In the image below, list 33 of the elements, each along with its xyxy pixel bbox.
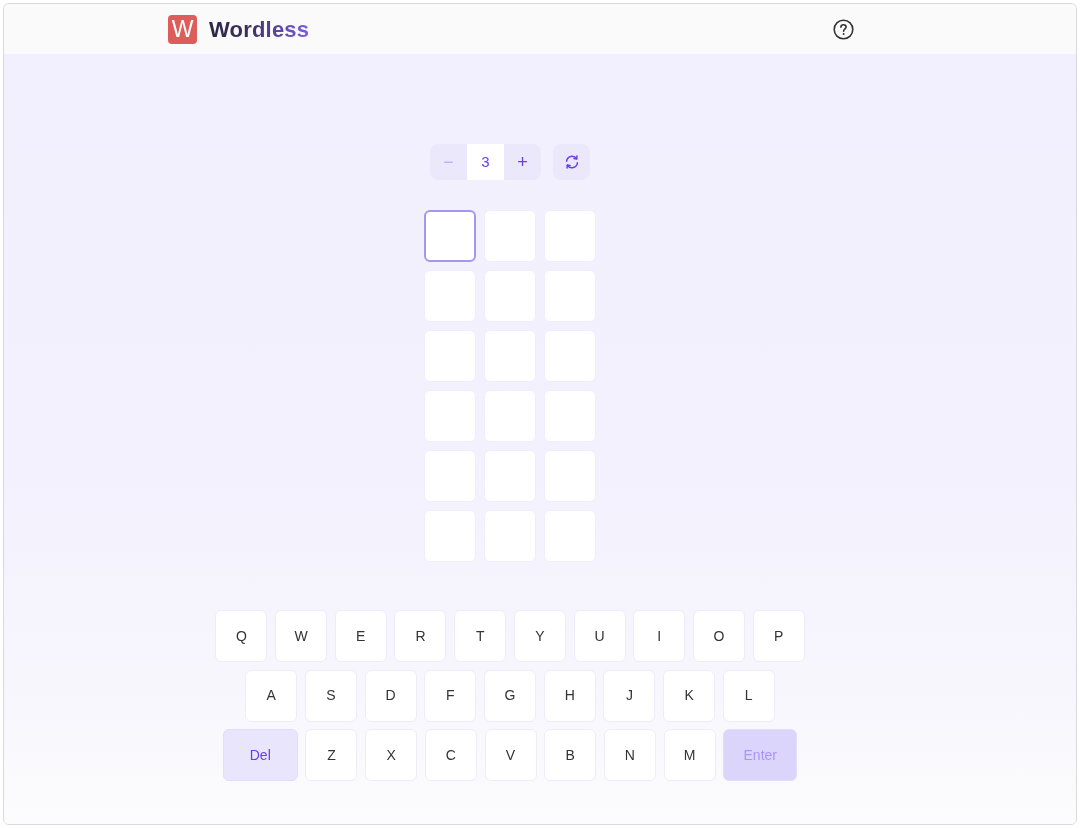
letter-key[interactable]: I [633,610,686,662]
letter-key[interactable]: E [334,610,387,662]
letter-key[interactable]: X [365,729,418,781]
refresh-icon [563,154,580,170]
count-display: 3 [467,144,504,180]
letter-key[interactable]: Q [215,610,268,662]
letter-key[interactable]: V [484,729,537,781]
letter-key[interactable]: M [663,729,716,781]
letter-key[interactable]: G [484,669,536,722]
letter-key[interactable]: H [543,669,596,722]
letter-key[interactable]: U [573,610,626,662]
plus-button[interactable]: + [504,144,541,180]
letter-key[interactable]: W [275,610,328,662]
letter-key[interactable]: Y [513,610,566,662]
letter-key[interactable]: T [454,610,507,662]
letter-key[interactable]: A [245,669,298,722]
letter-key[interactable]: Z [305,729,358,781]
letter-key[interactable]: K [663,669,716,722]
letter-key[interactable]: S [304,669,357,722]
letter-key[interactable]: D [364,669,417,722]
help-icon[interactable] [833,18,854,40]
letter-key[interactable]: F [424,669,477,722]
letter-key[interactable]: C [424,729,477,781]
letter-key[interactable]: O [692,610,745,662]
delete-key[interactable]: Del [222,729,298,781]
refresh-button[interactable] [553,144,590,180]
letter-key[interactable]: R [394,610,447,662]
letter-key[interactable]: J [603,669,656,722]
logo-tile: W [168,14,197,44]
letter-key[interactable]: L [722,669,775,722]
letter-key[interactable]: P [752,610,805,662]
letter-key[interactable]: B [544,729,597,781]
letter-key[interactable]: N [603,729,656,781]
